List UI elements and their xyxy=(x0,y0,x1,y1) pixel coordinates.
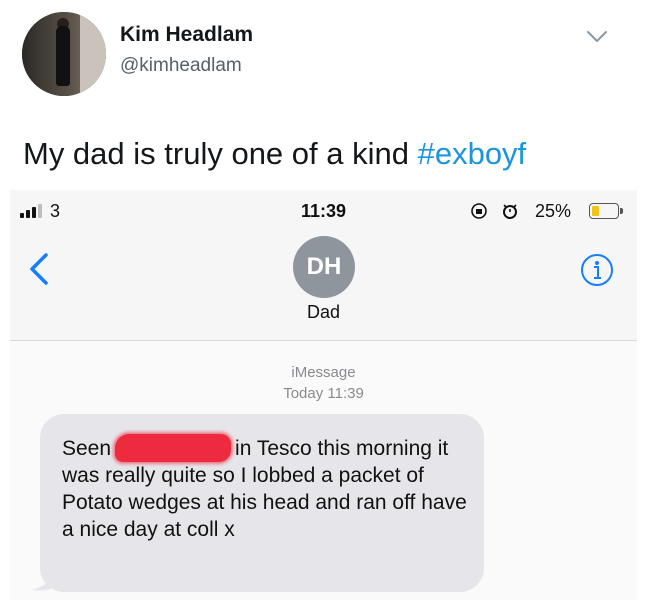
info-icon[interactable] xyxy=(580,253,614,287)
avatar-wall xyxy=(80,12,106,96)
tweet-author-name[interactable]: Kim Headlam xyxy=(120,23,253,47)
battery-fill xyxy=(592,206,599,216)
battery-percent: 25% xyxy=(535,201,572,221)
messages-nav-bar: 3 11:39 25% DH Dad xyxy=(10,190,637,341)
orientation-lock-icon xyxy=(471,203,487,219)
contact-avatar[interactable]: DH xyxy=(293,236,355,298)
hashtag-link[interactable]: #exboyf xyxy=(418,136,527,171)
message-timestamp: Today 11:39 xyxy=(283,385,364,402)
contact-name[interactable]: Dad xyxy=(10,302,637,323)
message-screenshot: 3 11:39 25% DH Dad iMessage Today 11:39 … xyxy=(10,190,637,600)
profile-avatar[interactable] xyxy=(22,12,106,96)
chevron-down-icon[interactable] xyxy=(586,30,608,44)
message-text-start: Seen xyxy=(62,437,112,460)
avatar-figure xyxy=(56,26,70,86)
battery-icon xyxy=(589,203,623,219)
tweet-text-body: My dad is truly one of a kind xyxy=(23,136,418,171)
redaction-mark xyxy=(115,434,232,462)
conversation-header: iMessage Today 11:39 xyxy=(10,362,637,404)
alarm-icon xyxy=(503,204,517,219)
tweet-text: My dad is truly one of a kind #exboyf xyxy=(23,136,526,172)
message-text: Seen in Tesco this morning it was really … xyxy=(62,434,482,543)
tweet-author-handle[interactable]: @kimheadlam xyxy=(120,55,242,77)
back-chevron-icon[interactable] xyxy=(28,252,50,286)
status-icons xyxy=(471,203,517,219)
service-label: iMessage xyxy=(291,364,356,381)
